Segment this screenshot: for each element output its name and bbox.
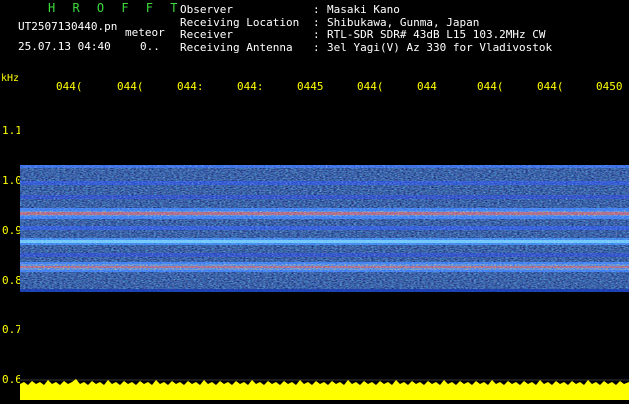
- time-tick-label: 044: [417, 80, 437, 93]
- datetime-label: 25.07.13 04:40: [18, 40, 111, 53]
- receiver-row: Receiver: RTL-SDR SDR# 43dB L15 103.2MHz …: [180, 28, 546, 41]
- station-info: Observer: Masaki Kano Receiving Location:…: [180, 3, 553, 54]
- band-bottom-line: [20, 289, 629, 292]
- time-tick-label: 044(: [117, 80, 144, 93]
- time-tick-label: 0445: [297, 80, 324, 93]
- band-speckle: [20, 165, 629, 292]
- meteor-label: meteor: [125, 26, 165, 39]
- antenna-row: Receiving Antenna:3el Yagi(V) Az 330 for…: [180, 40, 553, 54]
- receiver-key: Receiver: [180, 28, 233, 41]
- antenna-key: Receiving Antenna: [180, 40, 293, 54]
- signal-bands: [20, 165, 629, 292]
- observer-key: Observer: [180, 3, 233, 16]
- app-title: H R O F F T: [48, 1, 183, 15]
- observer-value: Masaki Kano: [327, 3, 400, 16]
- time-tick-label: 044:: [237, 80, 264, 93]
- meteor-count: 0..: [140, 40, 160, 53]
- freq-tick-label: 1.0: [2, 174, 22, 187]
- time-tick-label: 0450: [596, 80, 623, 93]
- time-tick-label: 044(: [56, 80, 83, 93]
- time-tick-label: 044(: [537, 80, 564, 93]
- time-tick-label: 044(: [477, 80, 504, 93]
- frequency-unit-label: kHz: [1, 73, 20, 84]
- time-tick-label: 044(: [357, 80, 384, 93]
- freq-tick-label: 0.6: [2, 373, 22, 386]
- header-panel: H R O F F T UT2507130440.pn meteor 25.07…: [0, 0, 629, 72]
- freq-tick-label: 0.9: [2, 224, 22, 237]
- freq-tick-label: 0.8: [2, 274, 22, 287]
- time-tick-label: 044:: [177, 80, 204, 93]
- observer-row: Observer: Masaki Kano: [180, 3, 400, 16]
- spectrogram-panel: [20, 95, 629, 400]
- antenna-value: 3el Yagi(V) Az 330 for Vladivostok: [327, 40, 553, 54]
- image-filename: UT2507130440.pn: [18, 20, 118, 33]
- receiver-value: RTL-SDR SDR# 43dB L15 103.2MHz CW: [327, 28, 546, 41]
- spectrogram-svg: [20, 95, 629, 400]
- freq-tick-label: 1.1: [2, 124, 22, 137]
- freq-tick-label: 0.7: [2, 323, 22, 336]
